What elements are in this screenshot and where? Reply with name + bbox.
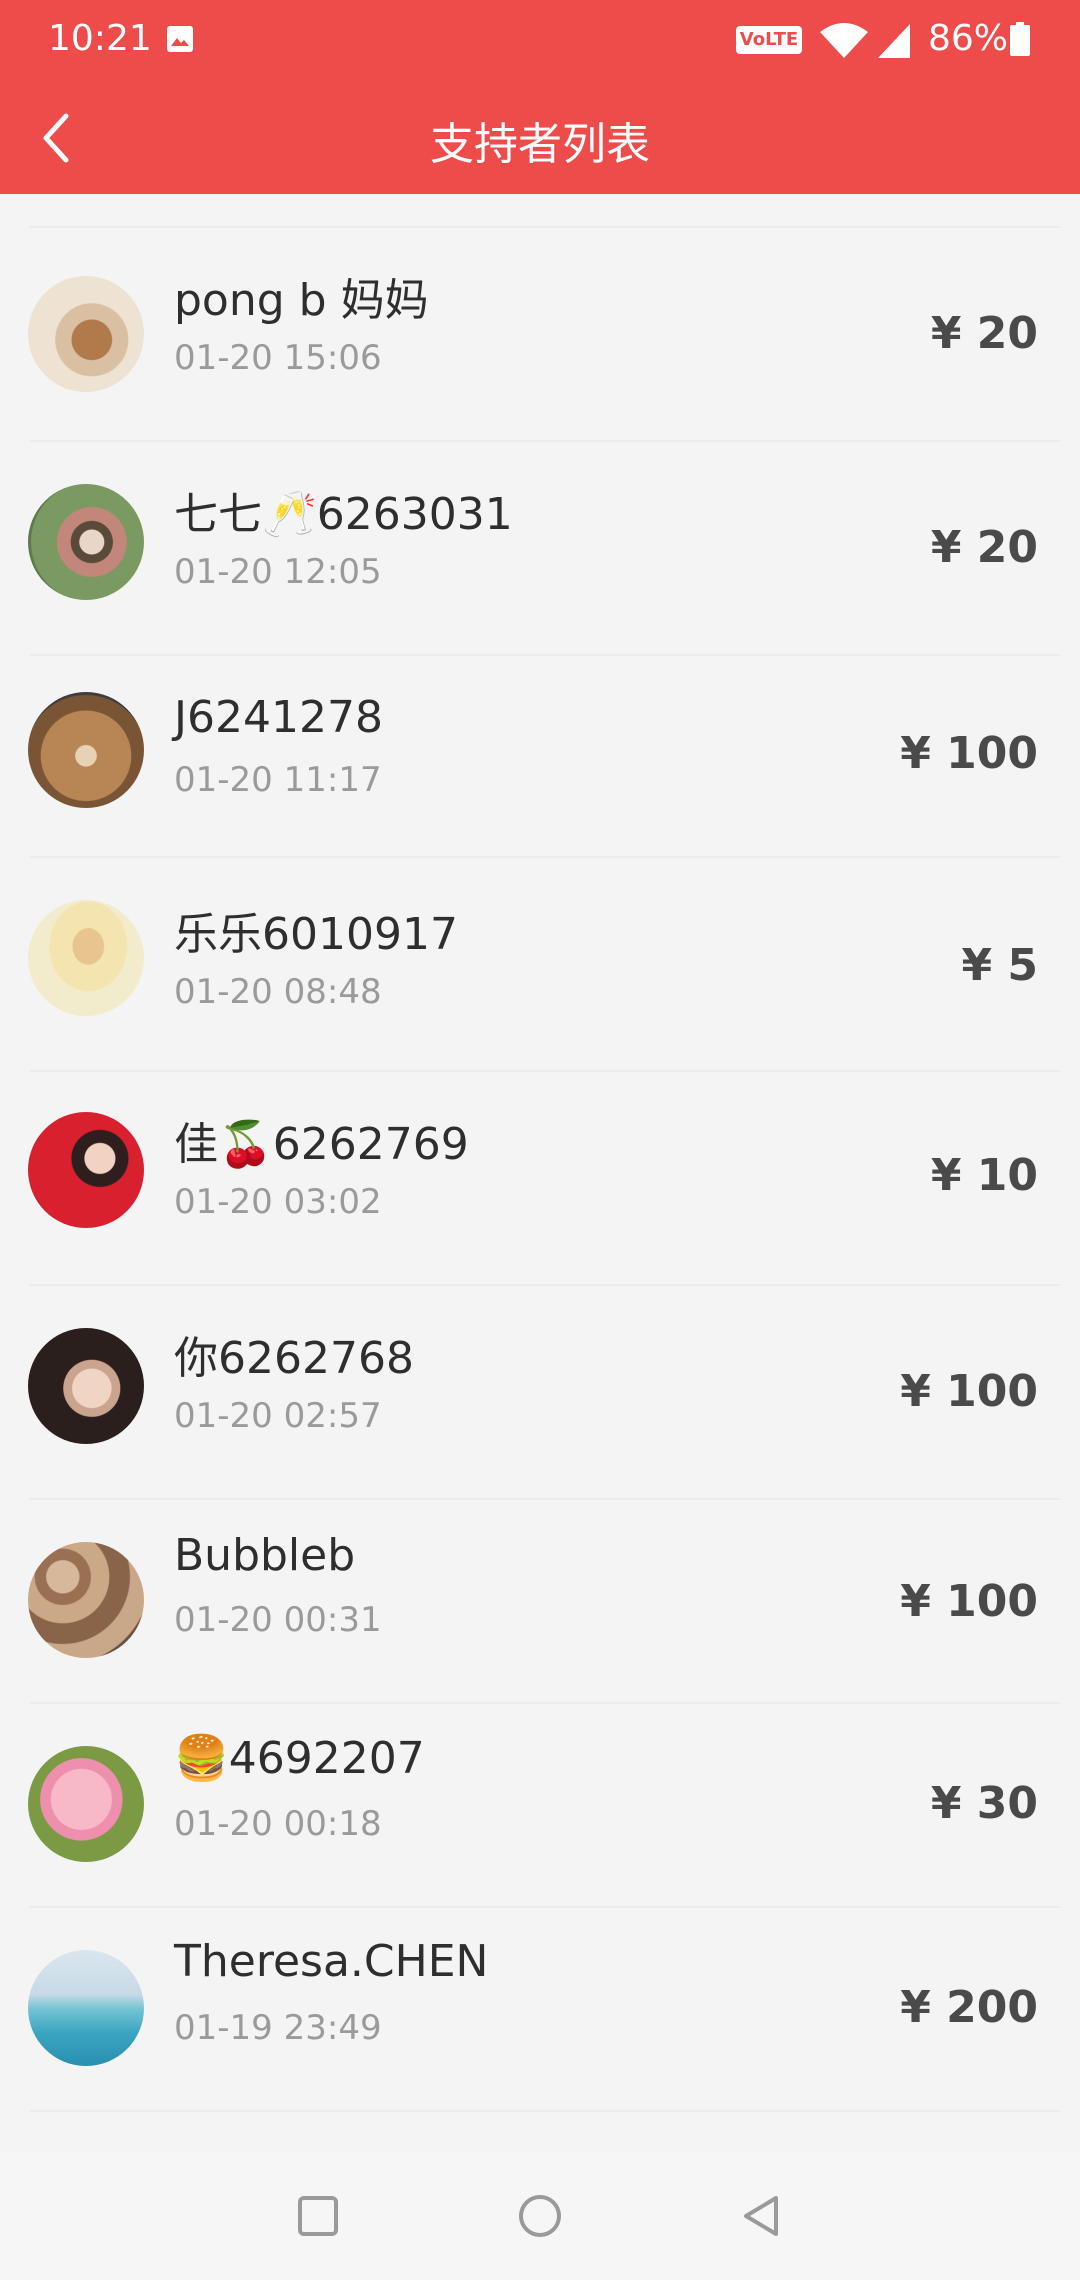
teddy-bear-avatar	[28, 692, 144, 808]
sea-avatar	[28, 1950, 144, 2066]
supporter-name: J6241278	[174, 692, 383, 743]
supporter-name: Theresa.CHEN	[174, 1936, 489, 1987]
supporter-time: 01-20 11:17	[174, 760, 382, 800]
girl-flowers-avatar	[28, 484, 144, 600]
supporter-name: 你6262768	[174, 1333, 414, 1384]
square-icon[interactable]	[286, 2184, 350, 2248]
support-amount: ¥ 20	[930, 522, 1038, 573]
triangle-back-icon[interactable]	[730, 2184, 794, 2248]
bear-figure-avatar	[28, 276, 144, 392]
supporter-time: 01-20 08:48	[174, 972, 382, 1012]
red-dress-avatar	[28, 1112, 144, 1228]
system-nav-bar	[0, 2152, 1080, 2280]
supporter-name: 佳🍒6262769	[174, 1119, 469, 1170]
image-icon	[167, 26, 193, 52]
supporter-time: 01-20 12:05	[174, 552, 382, 592]
support-amount: ¥ 10	[930, 1150, 1038, 1201]
supporter-time: 01-20 15:06	[174, 338, 382, 378]
supporter-name: pong b 妈妈	[174, 275, 429, 326]
supporter-time: 01-20 00:18	[174, 1804, 382, 1844]
list-item[interactable]: 佳🍒6262769 01-20 03:02 ¥ 10	[0, 1072, 1080, 1284]
status-time: 10:21	[48, 18, 152, 59]
list-item[interactable]: J6241278 01-20 11:17 ¥ 100	[0, 656, 1080, 856]
battery-icon	[1010, 22, 1030, 56]
list-item[interactable]: Bubbleb 01-20 00:31 ¥ 100	[0, 1500, 1080, 1702]
support-amount: ¥ 100	[900, 728, 1038, 779]
supporter-name: 七七🥂6263031	[174, 489, 513, 540]
wifi-icon	[820, 23, 868, 58]
supporter-time: 01-20 00:31	[174, 1600, 382, 1640]
supporter-name: 乐乐6010917	[174, 909, 458, 960]
support-amount: ¥ 200	[900, 1982, 1038, 2033]
support-amount: ¥ 20	[930, 308, 1038, 359]
list-item[interactable]: pong b 妈妈 01-20 15:06 ¥ 20	[0, 228, 1080, 440]
volte-badge: VoLTE	[736, 26, 802, 54]
animals-avatar	[28, 1542, 144, 1658]
supporter-time: 01-19 23:49	[174, 2008, 382, 2048]
support-amount: ¥ 30	[930, 1778, 1038, 1829]
page-title: 支持者列表	[430, 119, 650, 170]
list-item[interactable]: 你6262768 01-20 02:57 ¥ 100	[0, 1286, 1080, 1498]
support-amount: ¥ 100	[900, 1366, 1038, 1417]
divider	[30, 2110, 1060, 2112]
status-bar: 10:21 VoLTE 86%	[0, 0, 1080, 80]
circle-icon[interactable]	[508, 2184, 572, 2248]
support-amount: ¥ 100	[900, 1576, 1038, 1627]
pink-pig-avatar	[28, 1746, 144, 1862]
app-header: 10:21 VoLTE 86% 支持者列表	[0, 0, 1080, 194]
signal-icon	[878, 24, 910, 58]
supporter-name: Bubbleb	[174, 1530, 356, 1581]
support-amount: ¥ 5	[961, 940, 1038, 991]
battery-percent: 86%	[928, 18, 1009, 59]
supporter-time: 01-20 03:02	[174, 1182, 382, 1222]
list-item[interactable]: 七七🥂6263031 01-20 12:05 ¥ 20	[0, 442, 1080, 654]
portrait-avatar	[28, 1328, 144, 1444]
list-item[interactable]: 乐乐6010917 01-20 08:48 ¥ 5	[0, 858, 1080, 1070]
list-item[interactable]: Theresa.CHEN 01-19 23:49 ¥ 200	[0, 1908, 1080, 2110]
flower-avatar	[28, 900, 144, 1016]
supporter-time: 01-20 02:57	[174, 1396, 382, 1436]
list-item[interactable]: 🍔4692207 01-20 00:18 ¥ 30	[0, 1704, 1080, 1906]
supporter-name: 🍔4692207	[174, 1733, 425, 1784]
